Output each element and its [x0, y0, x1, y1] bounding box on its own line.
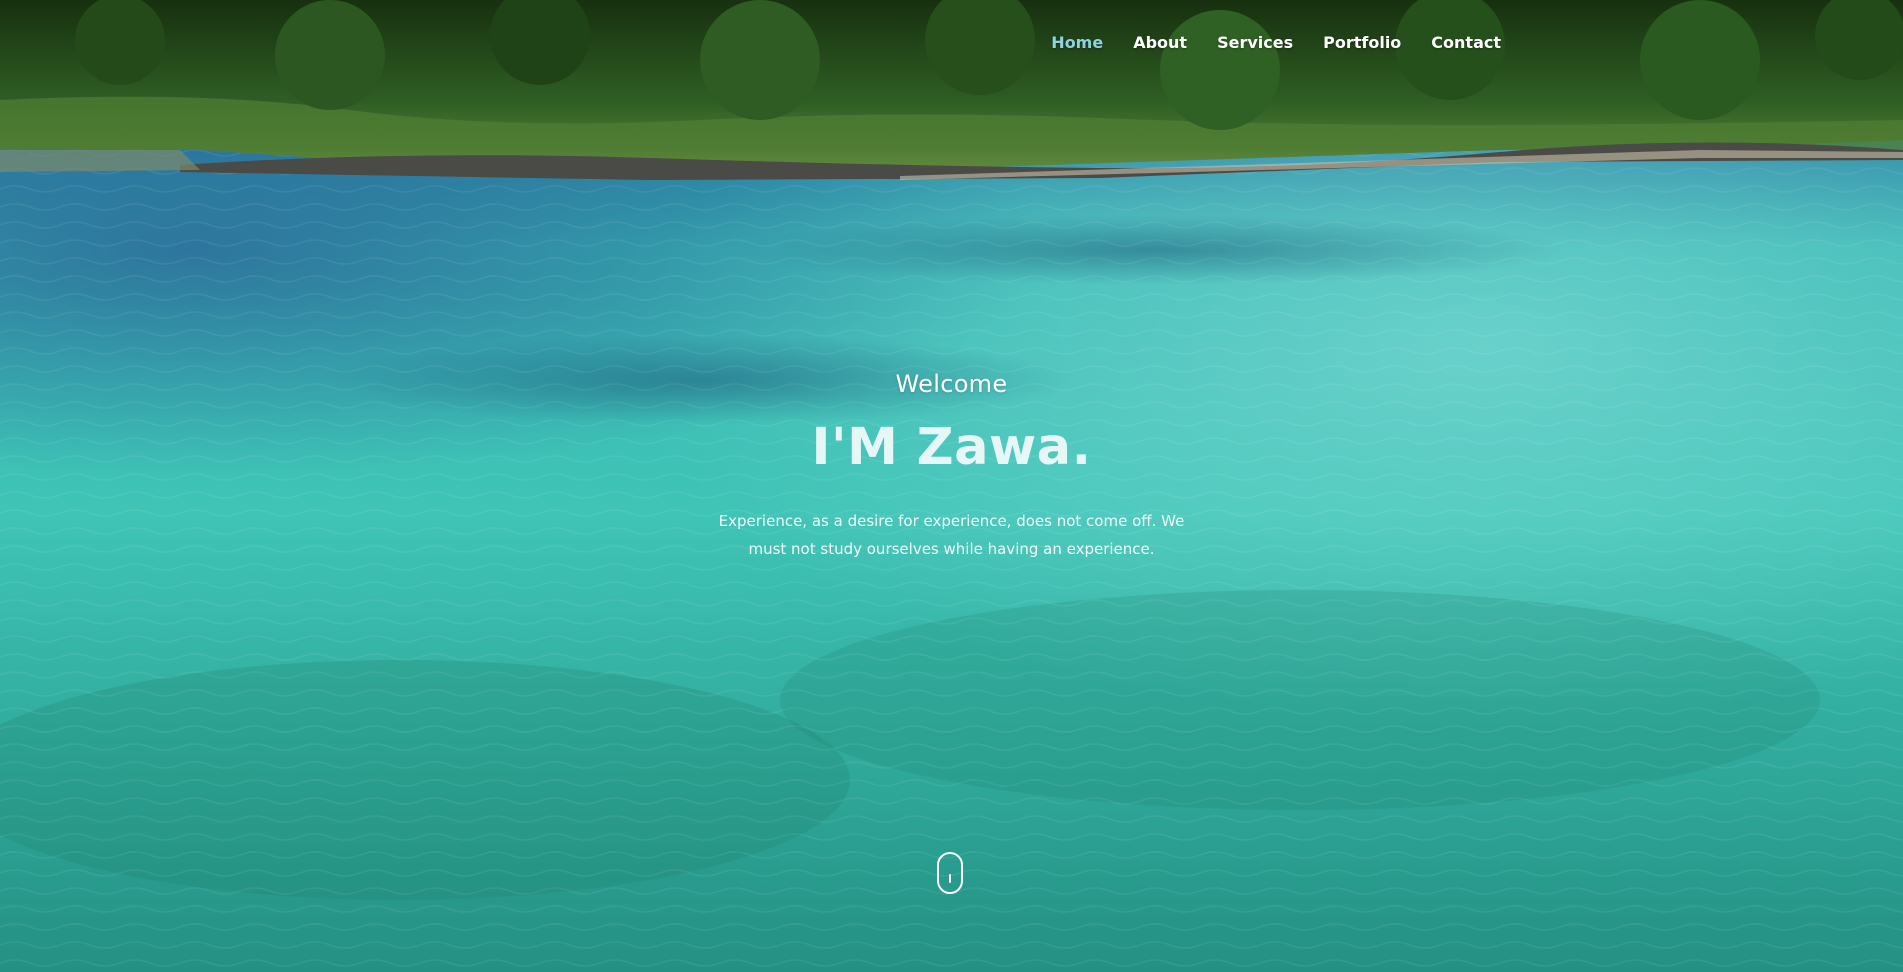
nav-item-services[interactable]: Services — [1202, 27, 1308, 58]
hero-section: Home About Services Portfolio Contact We… — [0, 0, 1903, 972]
hero-title: I'M Zawa. — [811, 418, 1092, 477]
hero-kicker: Welcome — [895, 370, 1008, 398]
hero-description: Experience, as a desire for experience, … — [718, 512, 1185, 558]
hero-content: Welcome I'M Zawa. Experience, as a desir… — [0, 370, 1903, 563]
main-navigation: Home About Services Portfolio Contact — [1036, 27, 1516, 58]
mouse-scroll-icon[interactable] — [937, 852, 963, 894]
nav-item-contact[interactable]: Contact — [1416, 27, 1516, 58]
nav-item-portfolio[interactable]: Portfolio — [1308, 27, 1416, 58]
nav-item-about[interactable]: About — [1118, 27, 1202, 58]
nav-item-home[interactable]: Home — [1036, 27, 1118, 58]
scroll-wheel-indicator — [949, 874, 951, 883]
